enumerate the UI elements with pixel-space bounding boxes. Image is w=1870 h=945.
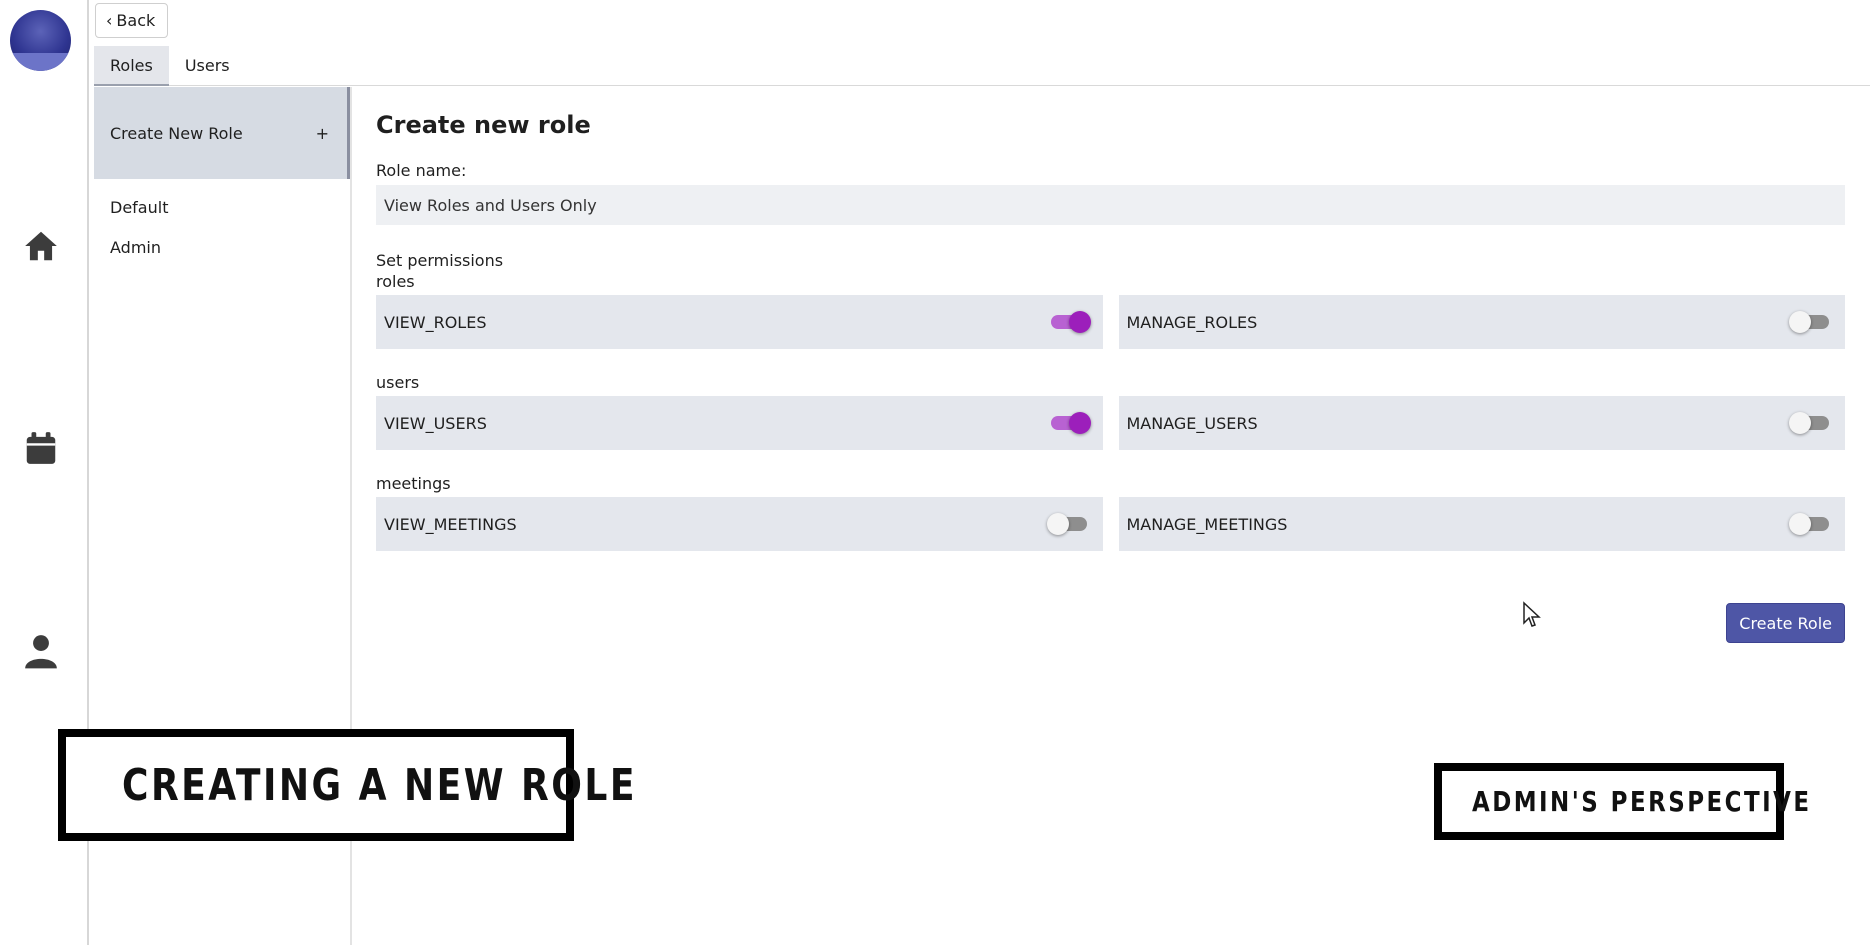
view-roles-toggle[interactable] [1050,311,1091,333]
back-button[interactable]: ‹ Back [95,3,169,38]
permission-group-users: users [376,373,420,392]
permission-label: MANAGE_ROLES [1126,312,1258,332]
role-name-input[interactable] [376,185,1845,225]
caption-banner-left: Creating a new role [58,729,635,841]
permission-label: VIEW_USERS [384,413,487,433]
caption-banner-right: Admin's perspective [1434,763,1809,840]
back-label: Back [116,11,156,30]
set-permissions-label: Set permissions [376,251,504,270]
chevron-left-icon: ‹ [106,11,113,30]
permission-row-meetings: VIEW_MEETINGS MANAGE_MEETINGS [376,497,1845,551]
permission-manage-meetings[interactable]: MANAGE_MEETINGS [1118,497,1845,551]
permission-view-roles[interactable]: VIEW_ROLES [376,295,1103,349]
tab-users[interactable]: Users [169,46,246,84]
view-meetings-toggle[interactable] [1046,513,1087,535]
permission-label: VIEW_MEETINGS [384,514,517,534]
calendar-icon[interactable] [22,429,60,467]
manage-users-toggle[interactable] [1789,412,1829,434]
plus-icon: + [315,123,329,143]
create-role-form: Create new role Role name: Set permissio… [376,87,1845,643]
permission-view-users[interactable]: VIEW_USERS [376,396,1103,450]
permission-label: MANAGE_USERS [1126,413,1258,433]
permission-manage-roles[interactable]: MANAGE_ROLES [1118,295,1845,349]
tab-bar: Roles Users [94,46,1870,86]
role-item-default[interactable]: Default [94,187,350,227]
create-new-role-item[interactable]: Create New Role + [94,87,350,179]
role-name-label: Role name: [376,161,467,180]
create-new-role-label: Create New Role [110,123,243,143]
mouse-cursor-icon [1523,601,1541,627]
permission-row-users: VIEW_USERS MANAGE_USERS [376,396,1845,450]
view-users-toggle[interactable] [1050,412,1091,434]
caption-right-text: Admin's perspective [1472,785,1812,818]
create-role-button[interactable]: Create Role [1726,603,1845,643]
page-title: Create new role [376,111,591,139]
permission-group-roles: roles [376,272,415,291]
tab-roles[interactable]: Roles [94,46,169,86]
home-icon[interactable] [22,227,60,265]
caption-left-text: Creating a new role [122,759,637,811]
permission-view-meetings[interactable]: VIEW_MEETINGS [376,497,1103,551]
manage-meetings-toggle[interactable] [1789,513,1829,535]
role-item-admin[interactable]: Admin [94,227,350,267]
permission-group-meetings: meetings [376,474,451,493]
manage-roles-toggle[interactable] [1789,311,1829,333]
permission-label: VIEW_ROLES [384,312,487,332]
permission-row-roles: VIEW_ROLES MANAGE_ROLES [376,295,1845,349]
user-icon[interactable] [22,632,60,670]
app-logo[interactable] [10,10,71,71]
permission-label: MANAGE_MEETINGS [1126,514,1288,534]
permission-manage-users[interactable]: MANAGE_USERS [1118,396,1845,450]
